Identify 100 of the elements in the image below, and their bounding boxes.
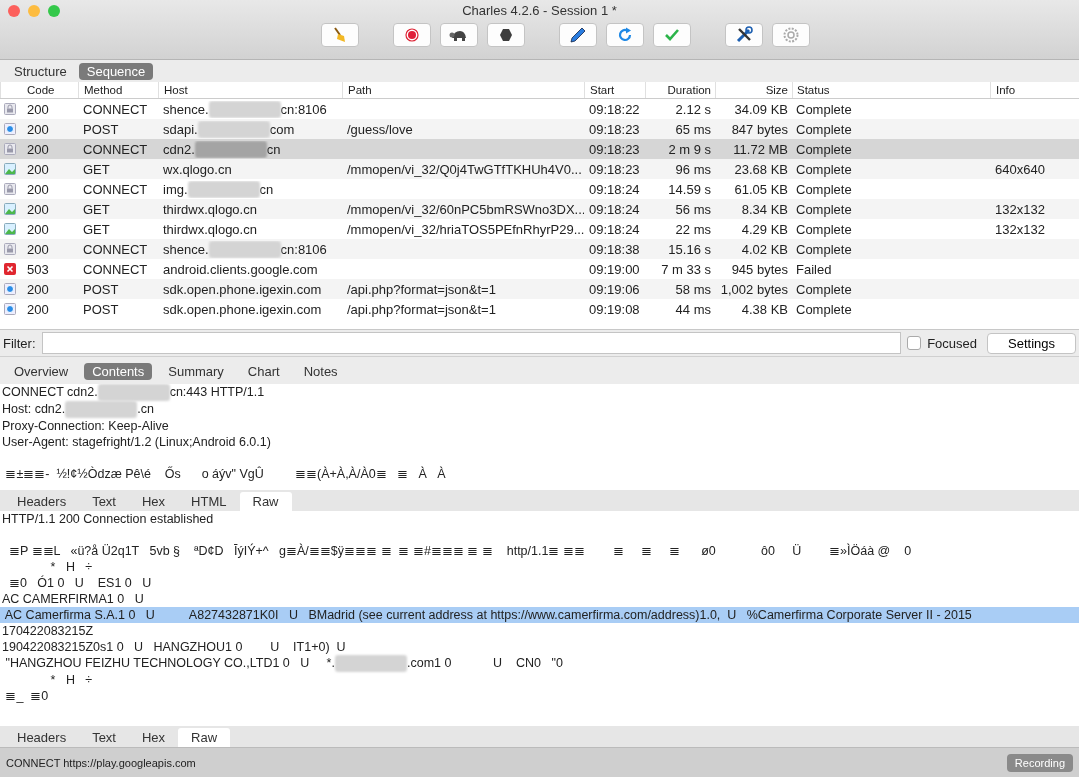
detail-tab[interactable]: Overview: [6, 362, 77, 380]
toolbar-button[interactable]: [486, 23, 525, 47]
raw-text: AC CAMERFIRMA1 0 U: [2, 592, 144, 606]
error-icon: [4, 263, 16, 275]
table-cell-text: Complete: [795, 221, 853, 237]
table-cell-text: GET: [82, 201, 111, 217]
window-title: Charles 4.2.6 - Session 1 *: [462, 3, 617, 18]
table-cell-text: 4.29 KB: [740, 221, 789, 237]
content-tab[interactable]: Hex: [129, 492, 179, 511]
table-cell: /guess/love: [347, 121, 413, 137]
table-cell-text: 61.05 KB: [733, 181, 789, 197]
table-cell-text: 09:18:22: [588, 101, 641, 117]
table-row[interactable]: 200 GET thirdwx.qlogo.cn /mmopen/vi_32/60nPC5bmRSWno3DX... 09:18:24 56 ms 8.34 KB Complete 132x132: [0, 199, 1079, 219]
table-row[interactable]: 200 CONNECT shence. cn:8106 09:18:22 2.12 s 34.09 KB Complete: [0, 99, 1079, 119]
column-header[interactable]: Code: [22, 82, 78, 98]
table-row[interactable]: 200 POST sdapi. com /guess/love 09:18:23 65 ms 847 bytes Complete: [0, 119, 1079, 139]
table-cell-text: CONNECT: [82, 241, 149, 257]
raw-text: ≣0 Ó1 0 U ES1 0 U: [7, 576, 152, 590]
table-row[interactable]: 200 CONNECT cdn2. cn 09:18:23 2 m 9 s 11.72 MB Complete: [0, 139, 1079, 159]
table-row[interactable]: 503 CONNECT android.clients.google.com 09:19:00 7 m 33 s 945 bytes Failed: [0, 259, 1079, 279]
table-row[interactable]: 200 CONNECT shence. cn:8106 09:18:38 15.16 s 4.02 KB Complete: [0, 239, 1079, 259]
minimize-button[interactable]: [28, 5, 40, 17]
raw-text: * H ÷: [49, 560, 93, 574]
table-cell-text: 58 ms: [674, 281, 712, 297]
lock-document-icon: [4, 243, 16, 255]
column-header[interactable]: Status: [792, 82, 990, 98]
table-cell: sdk.open.phone.igexin.com: [163, 281, 322, 297]
column-header[interactable]: Info: [990, 82, 1079, 98]
table-cell: cn: [259, 181, 274, 197]
column-header[interactable]: Duration: [645, 82, 715, 98]
toolbar-button[interactable]: [439, 23, 478, 47]
table-row[interactable]: 200 POST sdk.open.phone.igexin.com /api.php?format=json&t=1 09:19:08 44 ms 4.38 KB Complete: [0, 299, 1079, 319]
table-cell-text: 4.38 KB: [740, 301, 789, 317]
detail-tab[interactable]: Notes: [295, 362, 346, 380]
table-cell: cn:8106: [280, 101, 327, 117]
table-cell-text: 14.59 s: [667, 181, 712, 197]
settings-button[interactable]: Settings: [987, 332, 1076, 354]
table-cell-text: 4.02 KB: [740, 241, 789, 257]
column-header[interactable]: Path: [342, 82, 584, 98]
detail-tab[interactable]: Contents: [84, 362, 153, 380]
table-row[interactable]: 200 CONNECT img. cn 09:18:24 14.59 s 61.05 KB Complete: [0, 179, 1079, 199]
checkbox-label[interactable]: Focused: [927, 335, 977, 351]
table-cell-text: 09:19:06: [588, 281, 641, 297]
content-tab[interactable]: HTML: [178, 492, 240, 511]
table-cell-text: POST: [82, 301, 120, 317]
table-cell: cn: [266, 141, 281, 157]
toolbar-button[interactable]: [724, 23, 763, 47]
toolbar-button[interactable]: [392, 23, 431, 47]
content-tab[interactable]: Raw: [239, 492, 292, 511]
raw-text: ≣±≣≣- ½!¢½Òdzæ Pê\é Ős o áýv" VgÛ ≣≣(À+À,À/À0≣ ≣ À À: [4, 467, 446, 482]
dot-document-icon: [4, 123, 16, 135]
zoom-button[interactable]: [48, 5, 60, 17]
table-cell: /mmopen/vi_32/60nPC5bmRSWno3DX...: [347, 201, 584, 217]
column-header[interactable]: Host: [158, 82, 342, 98]
table-cell: thirdwx.qlogo.cn: [163, 221, 257, 237]
content-tab[interactable]: Raw: [178, 728, 231, 747]
toolbar-button[interactable]: [558, 23, 597, 47]
view-tab[interactable]: Sequence: [78, 62, 154, 80]
detail-tab[interactable]: Chart: [239, 362, 288, 380]
view-tab[interactable]: Structure: [6, 62, 75, 80]
content-tab[interactable]: Headers: [4, 492, 80, 511]
table-cell: 132x132: [995, 221, 1045, 237]
table-cell-text: 23.68 KB: [733, 161, 789, 177]
table-row[interactable]: 200 GET thirdwx.qlogo.cn /mmopen/vi_32/hriaTOS5PEfnRhyrP29... 09:18:24 22 ms 4.29 KB Complete 132x132: [0, 219, 1079, 239]
table-cell-text: 7 m 33 s: [660, 261, 712, 277]
table-cell-text: 1,002 bytes: [719, 281, 789, 297]
table-cell-text: 09:18:24: [588, 221, 641, 237]
dot-document-icon: [4, 283, 16, 295]
table-cell: /mmopen/vi_32/hriaTOS5PEfnRhyrP29...: [347, 221, 584, 237]
table-cell-text: CONNECT: [82, 101, 149, 117]
content-tab[interactable]: Hex: [129, 728, 179, 747]
content-tab[interactable]: Text: [79, 728, 129, 747]
checkbox[interactable]: [907, 336, 922, 350]
table-cell-text: POST: [82, 281, 120, 297]
column-header[interactable]: Size: [715, 82, 792, 98]
image-icon: [4, 163, 16, 175]
content-tab[interactable]: Headers: [4, 728, 80, 747]
table-cell-text: CONNECT: [82, 141, 149, 157]
table-cell: /api.php?format=json&t=1: [347, 301, 496, 317]
lock-document-icon: [4, 103, 16, 115]
settings-icon: [782, 27, 799, 43]
column-header[interactable]: Start: [584, 82, 645, 98]
column-header[interactable]: Method: [78, 82, 158, 98]
refresh-icon: [616, 27, 633, 43]
raw-text: "HANGZHOU FEIZHU TECHNOLOGY CO.,LTD1 0 U *.: [4, 656, 335, 670]
table-cell: wx.qlogo.cn: [163, 161, 232, 177]
image-icon: [4, 203, 16, 215]
table-cell: com: [269, 121, 295, 137]
detail-tab[interactable]: Summary: [160, 362, 232, 380]
table-cell: /mmopen/vi_32/Q0j4TwGTfTKHUh4V0...: [347, 161, 582, 177]
table-cell-text: GET: [82, 221, 111, 237]
raw-text: .cn: [137, 402, 154, 417]
table-cell-text: 34.09 KB: [733, 101, 789, 117]
table-cell-text: 11.72 MB: [732, 141, 789, 157]
table-row[interactable]: 200 GET wx.qlogo.cn /mmopen/vi_32/Q0j4TwGTfTKHUh4V0... 09:18:23 96 ms 23.68 KB Complete 640x640: [0, 159, 1079, 179]
filter-field[interactable]: [41, 332, 902, 354]
table-cell-text: Complete: [795, 301, 853, 317]
close-button[interactable]: [8, 5, 20, 17]
content-tab[interactable]: Text: [79, 492, 129, 511]
table-row[interactable]: 200 POST sdk.open.phone.igexin.com /api.php?format=json&t=1 09:19:06 58 ms 1,002 bytes Complete: [0, 279, 1079, 299]
